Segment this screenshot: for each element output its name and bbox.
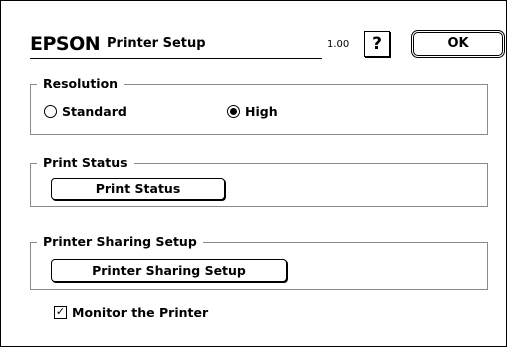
radio-high-label: High <box>245 104 278 119</box>
monitor-printer-option[interactable]: ✓ Monitor the Printer <box>54 305 208 320</box>
print-status-group: Print Status Print Status <box>30 155 488 207</box>
version-label: 1.00 <box>327 39 350 50</box>
resolution-group: Resolution Standard High <box>30 76 488 135</box>
dialog-header: EPSON Printer Setup 1.00 ? OK <box>30 30 505 59</box>
monitor-printer-checkbox[interactable]: ✓ <box>54 306 67 319</box>
ok-button[interactable]: OK <box>411 30 505 58</box>
printer-sharing-group-label: Printer Sharing Setup <box>37 234 203 250</box>
monitor-printer-label: Monitor the Printer <box>72 305 209 320</box>
dialog-title: Printer Setup <box>107 36 206 51</box>
printer-sharing-setup-button[interactable]: Printer Sharing Setup <box>51 259 287 282</box>
print-status-group-label: Print Status <box>37 155 134 171</box>
radio-high[interactable]: High <box>227 104 278 119</box>
epson-logo: EPSON <box>30 33 101 55</box>
help-button[interactable]: ? <box>364 31 390 57</box>
print-status-button[interactable]: Print Status <box>51 178 225 200</box>
radio-standard-label: Standard <box>62 104 127 119</box>
resolution-group-label: Resolution <box>37 76 125 92</box>
title-divider <box>30 58 322 59</box>
radio-standard-circle[interactable] <box>44 105 57 118</box>
radio-high-circle[interactable] <box>227 105 240 118</box>
radio-standard[interactable]: Standard <box>44 104 127 119</box>
printer-setup-window: EPSON Printer Setup 1.00 ? OK Resolution… <box>0 0 507 347</box>
printer-sharing-group: Printer Sharing Setup Printer Sharing Se… <box>30 234 488 290</box>
